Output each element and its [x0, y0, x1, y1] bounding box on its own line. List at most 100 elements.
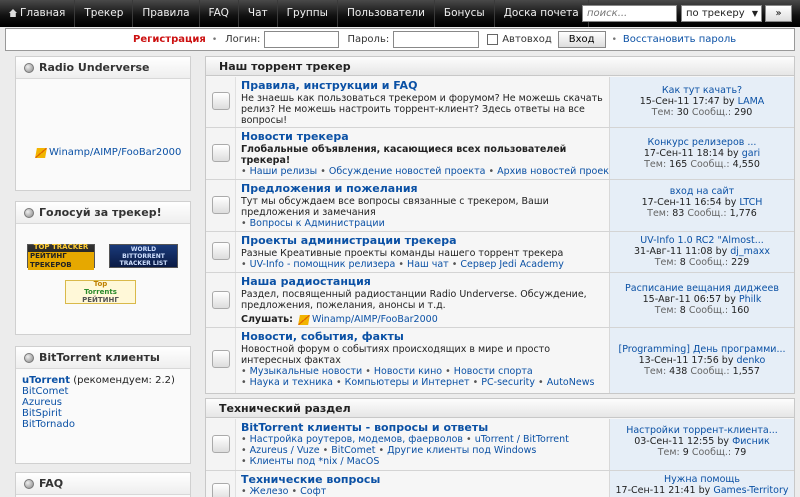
forum-body: Предложения и пожелания Тут мы обсуждаем…	[241, 182, 606, 229]
nav-users[interactable]: Пользователи	[338, 0, 435, 27]
subforum-link[interactable]: Настройка роутеров, модемов, фаерволов	[250, 434, 463, 445]
client-link[interactable]: BitTornado	[22, 419, 75, 430]
subforum-link[interactable]: Новости кино	[374, 366, 442, 377]
posts-label: Сообщ.:	[691, 447, 732, 458]
last-topic-link[interactable]: Нужна помощь	[664, 474, 740, 485]
forum-title-link[interactable]: Новости, события, факты	[241, 330, 404, 343]
last-post-user-link[interactable]: denko	[736, 355, 765, 366]
nav-faq[interactable]: FAQ	[200, 0, 239, 27]
forum-title-link[interactable]: Проекты администрации трекера	[241, 234, 457, 247]
nav-chat[interactable]: Чат	[239, 0, 278, 27]
subforum-link[interactable]: Клиенты под *nix / MacOS	[250, 456, 380, 467]
subforum-link[interactable]: PC-security	[481, 377, 535, 388]
last-topic-link[interactable]: Расписание вещания диджеев	[625, 283, 779, 294]
last-post-user-link[interactable]: gari	[742, 148, 760, 159]
subforum-list: • Вопросы к Администрации	[241, 218, 385, 229]
register-link[interactable]: Регистрация	[133, 34, 206, 45]
subforum-link[interactable]: Музыкальные новости	[250, 366, 363, 377]
search-scope-select[interactable]: по трекеру ▼	[681, 5, 762, 22]
clients-box-title: BitTorrent клиенты	[39, 350, 160, 364]
forum-title-link[interactable]: Правила, инструкции и FAQ	[241, 79, 417, 92]
restore-password-link[interactable]: Восстановить пароль	[623, 34, 736, 45]
client-link[interactable]: Azureus	[22, 397, 62, 408]
client-link[interactable]: BitComet	[22, 386, 68, 397]
subforum-link[interactable]: AutoNews	[547, 377, 595, 388]
subforum-link[interactable]: Вопросы к Администрации	[250, 218, 385, 229]
subforum-list: • Железо • Софт	[241, 486, 327, 497]
subforum-link[interactable]: Обсуждение новостей проекта	[329, 166, 486, 177]
last-post-user-link[interactable]: Games-Territory	[713, 485, 788, 496]
listen-label: Слушать:	[241, 314, 293, 325]
last-topic-link[interactable]: [Programming] День программи...	[618, 344, 785, 355]
nav-rules[interactable]: Правила	[133, 0, 200, 27]
subforum-link[interactable]: UV-Info - помощник релизера	[250, 259, 396, 270]
subforum-link[interactable]: Наш чат	[407, 259, 449, 270]
last-topic-link[interactable]: Настройки торрент-клиента...	[626, 425, 778, 436]
subforum-list: • Azureus / Vuze • BitComet • Другие кли…	[241, 445, 537, 456]
subforum-link[interactable]: Компьютеры и Интернет	[345, 377, 470, 388]
forum-icon-cell	[206, 419, 236, 470]
last-topic-link[interactable]: вход на сайт	[670, 186, 734, 197]
last-topic-link[interactable]: Как тут качать?	[662, 85, 742, 96]
last-post-user-link[interactable]: Фисник	[732, 436, 770, 447]
nav-bonuses[interactable]: Бонусы	[435, 0, 495, 27]
last-post-user-link[interactable]: LAMA	[738, 96, 765, 107]
last-post-date: 15-Авг-11 06:57	[642, 294, 722, 305]
radio-box-title: Radio Underverse	[39, 60, 150, 74]
last-post-user-link[interactable]: LTCH	[739, 197, 762, 208]
topics-label: Тем:	[644, 159, 667, 170]
nav-groups[interactable]: Группы	[278, 0, 338, 27]
separator-dot: •	[611, 34, 617, 45]
posts-count: 1,776	[729, 208, 757, 219]
last-post-user-link[interactable]: dj_maxx	[730, 246, 770, 257]
subforum-link[interactable]: Железо	[250, 486, 289, 497]
forum-title-link[interactable]: Новости трекера	[241, 130, 349, 143]
listen-player-link[interactable]: Winamp/AIMP/FooBar2000	[312, 314, 438, 325]
password-input[interactable]	[393, 31, 480, 48]
forum-title-link[interactable]: Наша радиостанция	[241, 275, 371, 288]
topics-label: Тем:	[654, 305, 677, 316]
forum-body: Правила, инструкции и FAQ Не знаешь как …	[241, 79, 606, 126]
client-link[interactable]: BitSpirit	[22, 408, 62, 419]
last-topic-link[interactable]: Конкурс релизеров ...	[648, 137, 757, 148]
subforum-link[interactable]: Софт	[300, 486, 326, 497]
winamp-icon	[298, 314, 310, 325]
nav-tracker[interactable]: Трекер	[75, 0, 134, 27]
forum-title-link[interactable]: Технические вопросы	[241, 473, 380, 486]
search-submit-button[interactable]: »	[765, 5, 792, 22]
autologin-checkbox[interactable]	[487, 34, 499, 45]
subforum-link[interactable]: uTorrent / BitTorrent	[475, 434, 569, 445]
radio-player-link[interactable]: Winamp/AIMP/FooBar2000	[35, 147, 181, 158]
subforum-link[interactable]: Наука и техника	[250, 377, 333, 388]
last-post-by: by	[724, 197, 737, 208]
world-tracker-list-badge[interactable]: WORLD BITTORRENT TRACKER LIST	[109, 244, 178, 268]
top-tracker-badge[interactable]: TOP TRACKER РЕЙТИНГ ТРЕКЕРОВ	[27, 242, 95, 270]
top-tracker-badge-line1: TOP TRACKER	[33, 242, 89, 251]
subforum-link[interactable]: BitComet	[331, 445, 375, 456]
forum-title-link[interactable]: Предложения и пожелания	[241, 182, 418, 195]
subforum-link[interactable]: Архив новостей проекта	[497, 166, 620, 177]
top-torrents-badge-line2: Torrents	[84, 288, 117, 296]
nav-home[interactable]: Главная	[0, 0, 76, 27]
world-badge-line3: TRACKER LIST	[119, 259, 168, 267]
subforum-link[interactable]: Наши релизы	[250, 166, 318, 177]
nav-honor-board[interactable]: Доска почета	[495, 0, 589, 27]
subforum-link[interactable]: Новости спорта	[454, 366, 533, 377]
forum-last-post: Конкурс релизеров ... 17-Сен-11 18:14 by…	[609, 128, 794, 179]
subforum-link[interactable]: Другие клиенты под Windows	[387, 445, 536, 456]
login-button[interactable]: Вход	[557, 31, 606, 48]
forum-row: Проекты администрации трекера Разные Кре…	[206, 232, 794, 273]
client-utorrent-link[interactable]: uTorrent	[22, 375, 70, 386]
subforum-link[interactable]: Сервер Jedi Academy	[460, 259, 563, 270]
last-post-date: 15-Сен-11 17:47	[639, 96, 720, 107]
forum-title-link[interactable]: BitTorrent клиенты - вопросы и ответы	[241, 421, 488, 434]
last-post-user-link[interactable]: Philk	[739, 294, 762, 305]
subforum-link[interactable]: Azureus / Vuze	[250, 445, 320, 456]
topics-count: 438	[669, 366, 688, 377]
top-torrents-badge[interactable]: Top Torrents РЕЙТИНГ	[65, 280, 136, 304]
autologin-label: Автовход	[502, 34, 552, 45]
last-topic-link[interactable]: UV-Info 1.0 RC2 "Almost...	[640, 235, 764, 246]
search-input[interactable]	[582, 5, 677, 22]
login-input[interactable]	[264, 31, 340, 48]
last-post-date: 17-Сен-11 16:54	[641, 197, 722, 208]
